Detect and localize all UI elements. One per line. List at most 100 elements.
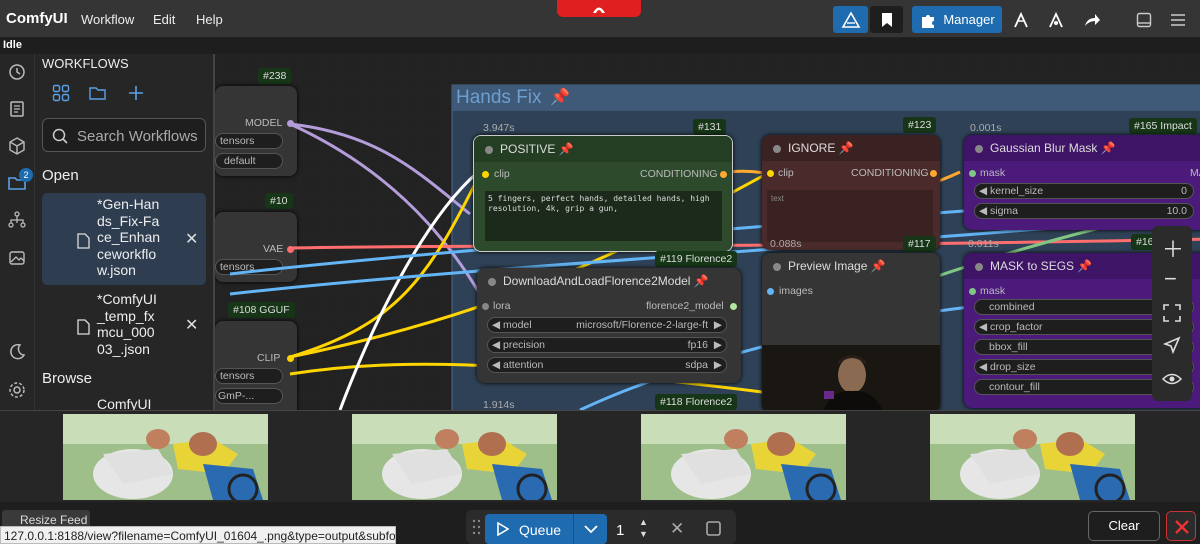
node-id-118: #118 Florence2 bbox=[655, 394, 738, 410]
preview-image[interactable] bbox=[762, 345, 940, 410]
comfy-logo-icon bbox=[593, 7, 605, 13]
clip-input-socket[interactable] bbox=[767, 170, 774, 177]
batch-count-stepper[interactable]: ▲ ▼ bbox=[639, 516, 648, 540]
pin-icon: 📌 bbox=[870, 259, 886, 273]
queue-options-dropdown[interactable] bbox=[573, 514, 607, 544]
status-url: 127.0.0.1:8188/view?filename=ComfyUI_016… bbox=[0, 526, 396, 544]
prompt-textarea[interactable]: 5 fingers, perfect hands, detailed hands… bbox=[485, 191, 722, 241]
bottom-bar: Resize Feed 127.0.0.1:8188/view?filename… bbox=[0, 502, 1200, 544]
node-id-131: #131 bbox=[693, 119, 727, 135]
zoom-out-icon[interactable]: − bbox=[1164, 266, 1177, 292]
clear-queue-button[interactable]: Clear bbox=[1088, 511, 1160, 541]
kernel-size-widget[interactable]: ◀ kernel_size 0 bbox=[974, 183, 1194, 199]
images-input-socket[interactable] bbox=[767, 288, 774, 295]
theme-moon-icon[interactable] bbox=[8, 343, 26, 361]
clip-input-socket[interactable] bbox=[482, 171, 489, 178]
model-output-socket[interactable] bbox=[730, 303, 737, 310]
chevron-down-icon bbox=[584, 525, 598, 534]
sigma-widget[interactable]: ◀ sigma 10.0 bbox=[974, 203, 1194, 219]
gallery-thumbnail[interactable] bbox=[352, 414, 557, 500]
positive-exec-time: 3.947s bbox=[483, 122, 515, 134]
panel-title: WORKFLOWS bbox=[42, 56, 129, 71]
close-workflow-icon[interactable]: ✕ bbox=[185, 229, 198, 249]
new-workflow-plus-icon[interactable] bbox=[127, 84, 145, 102]
search-input[interactable]: Search Workflows bbox=[42, 118, 206, 152]
conditioning-output-socket[interactable] bbox=[930, 170, 937, 177]
ignore-textarea[interactable]: text bbox=[767, 190, 933, 242]
menu-edit[interactable]: Edit bbox=[153, 12, 175, 27]
manager-share-icon[interactable] bbox=[833, 6, 868, 33]
history-icon[interactable] bbox=[8, 63, 26, 81]
model-share-icon[interactable] bbox=[1006, 6, 1036, 33]
top-menu-bar: ComfyUI Workflow Edit Help Manager bbox=[0, 0, 1200, 38]
conditioning-output-socket[interactable] bbox=[720, 171, 727, 178]
florence2-exec-time: 1.914s bbox=[483, 399, 515, 410]
mask-input-socket[interactable] bbox=[969, 288, 976, 295]
browse-item[interactable]: ComfyUI bbox=[97, 396, 151, 410]
open-folder-icon[interactable] bbox=[89, 84, 107, 102]
queue-list-icon[interactable] bbox=[8, 100, 26, 118]
pin-icon: 📌 bbox=[1100, 141, 1116, 155]
close-workflow-icon[interactable]: ✕ bbox=[185, 315, 198, 335]
queue-indicator-tab[interactable] bbox=[557, 0, 641, 17]
grid-view-icon[interactable] bbox=[52, 84, 70, 102]
precision-widget[interactable]: ◀ precision fp16 ▶ bbox=[487, 337, 727, 353]
stop-square-icon[interactable] bbox=[706, 521, 721, 536]
node-library-cube-icon[interactable] bbox=[8, 137, 26, 155]
browse-section-label: Browse bbox=[42, 370, 93, 387]
node-id-117: #117 bbox=[903, 236, 936, 252]
workflow-share-icon[interactable] bbox=[1041, 6, 1071, 33]
image-feed bbox=[0, 410, 1200, 502]
open-workflow-item-2[interactable]: *ComfyUI _temp_fx mcu_000 03_.json ✕ bbox=[42, 289, 206, 361]
menu-workflow[interactable]: Workflow bbox=[81, 12, 134, 27]
node-id-123: #123 bbox=[903, 117, 937, 133]
menu-help[interactable]: Help bbox=[196, 12, 223, 27]
drag-handle-icon[interactable] bbox=[471, 514, 483, 540]
settings-gear-icon[interactable] bbox=[8, 381, 26, 399]
node-id-165: #165 Impact bbox=[1129, 118, 1197, 134]
app-logo[interactable]: ComfyUI bbox=[6, 10, 68, 27]
select-mode-icon[interactable] bbox=[1163, 336, 1181, 354]
toggle-bottom-panel-icon[interactable] bbox=[1130, 6, 1158, 33]
model-library-icon[interactable] bbox=[8, 211, 26, 229]
pin-icon: 📌 bbox=[838, 141, 854, 155]
puzzle-icon bbox=[922, 14, 935, 28]
batch-count-input[interactable]: 1 bbox=[616, 522, 624, 539]
queue-button[interactable]: Queue bbox=[485, 514, 573, 544]
image-gallery-icon[interactable] bbox=[8, 249, 26, 267]
gaussian-blur-mask-node[interactable]: Gaussian Blur Mask 📌 mask MA ◀ kernel_si… bbox=[964, 135, 1200, 230]
lora-input-socket[interactable] bbox=[482, 303, 489, 310]
zoom-in-icon[interactable]: ＋ bbox=[1162, 232, 1184, 264]
queue-panel: Queue 1 ▲ ▼ ✕ bbox=[466, 510, 736, 544]
workflows-panel: WORKFLOWS Search Workflows Open *Gen-Han… bbox=[35, 54, 215, 410]
close-x-icon bbox=[1175, 520, 1189, 534]
gallery-thumbnail[interactable] bbox=[641, 414, 846, 500]
bookmark-icon[interactable] bbox=[870, 6, 903, 33]
open-workflow-item-1[interactable]: *Gen-Han ds_Fix-Fa ce_Enhan ceworkflo w.… bbox=[42, 193, 206, 285]
share-arrow-icon[interactable] bbox=[1077, 6, 1107, 33]
mask-input-socket[interactable] bbox=[969, 170, 976, 177]
ignore-prompt-node[interactable]: IGNORE 📌 clip CONDITIONING text bbox=[762, 135, 940, 250]
gallery-thumbnail[interactable] bbox=[930, 414, 1135, 500]
node-id-119: #119 Florence2 bbox=[655, 251, 738, 267]
hamburger-menu-icon[interactable] bbox=[1164, 6, 1192, 33]
file-icon bbox=[77, 233, 90, 249]
gallery-thumbnail[interactable] bbox=[63, 414, 268, 500]
pin-icon: 📌 bbox=[558, 142, 574, 156]
fit-view-icon[interactable] bbox=[1163, 304, 1181, 322]
manager-button[interactable]: Manager bbox=[912, 6, 1002, 33]
cancel-queue-icon[interactable]: ✕ bbox=[670, 519, 684, 539]
preview-exec-time: 0.088s bbox=[770, 238, 802, 250]
model-widget[interactable]: ◀ model microsoft/Florence-2-large-ft ▶ bbox=[487, 317, 727, 333]
play-icon bbox=[497, 522, 509, 536]
positive-prompt-node[interactable]: POSITIVE 📌 clip CONDITIONING 5 fingers, … bbox=[473, 135, 733, 252]
attention-widget[interactable]: ◀ attention sdpa ▶ bbox=[487, 357, 727, 373]
pin-icon: 📌 bbox=[693, 274, 709, 288]
search-icon bbox=[52, 128, 68, 144]
florence2-loader-node[interactable]: DownloadAndLoadFlorence2Model 📌 lora flo… bbox=[477, 268, 741, 383]
clear-pending-button[interactable] bbox=[1166, 511, 1196, 541]
preview-image-node[interactable]: Preview Image 📌 images bbox=[762, 253, 940, 410]
workflows-badge: 2 bbox=[19, 168, 33, 182]
toggle-links-eye-icon[interactable] bbox=[1162, 372, 1182, 386]
workflow-name: *ComfyUI _temp_fx mcu_000 03_.json bbox=[97, 291, 157, 357]
